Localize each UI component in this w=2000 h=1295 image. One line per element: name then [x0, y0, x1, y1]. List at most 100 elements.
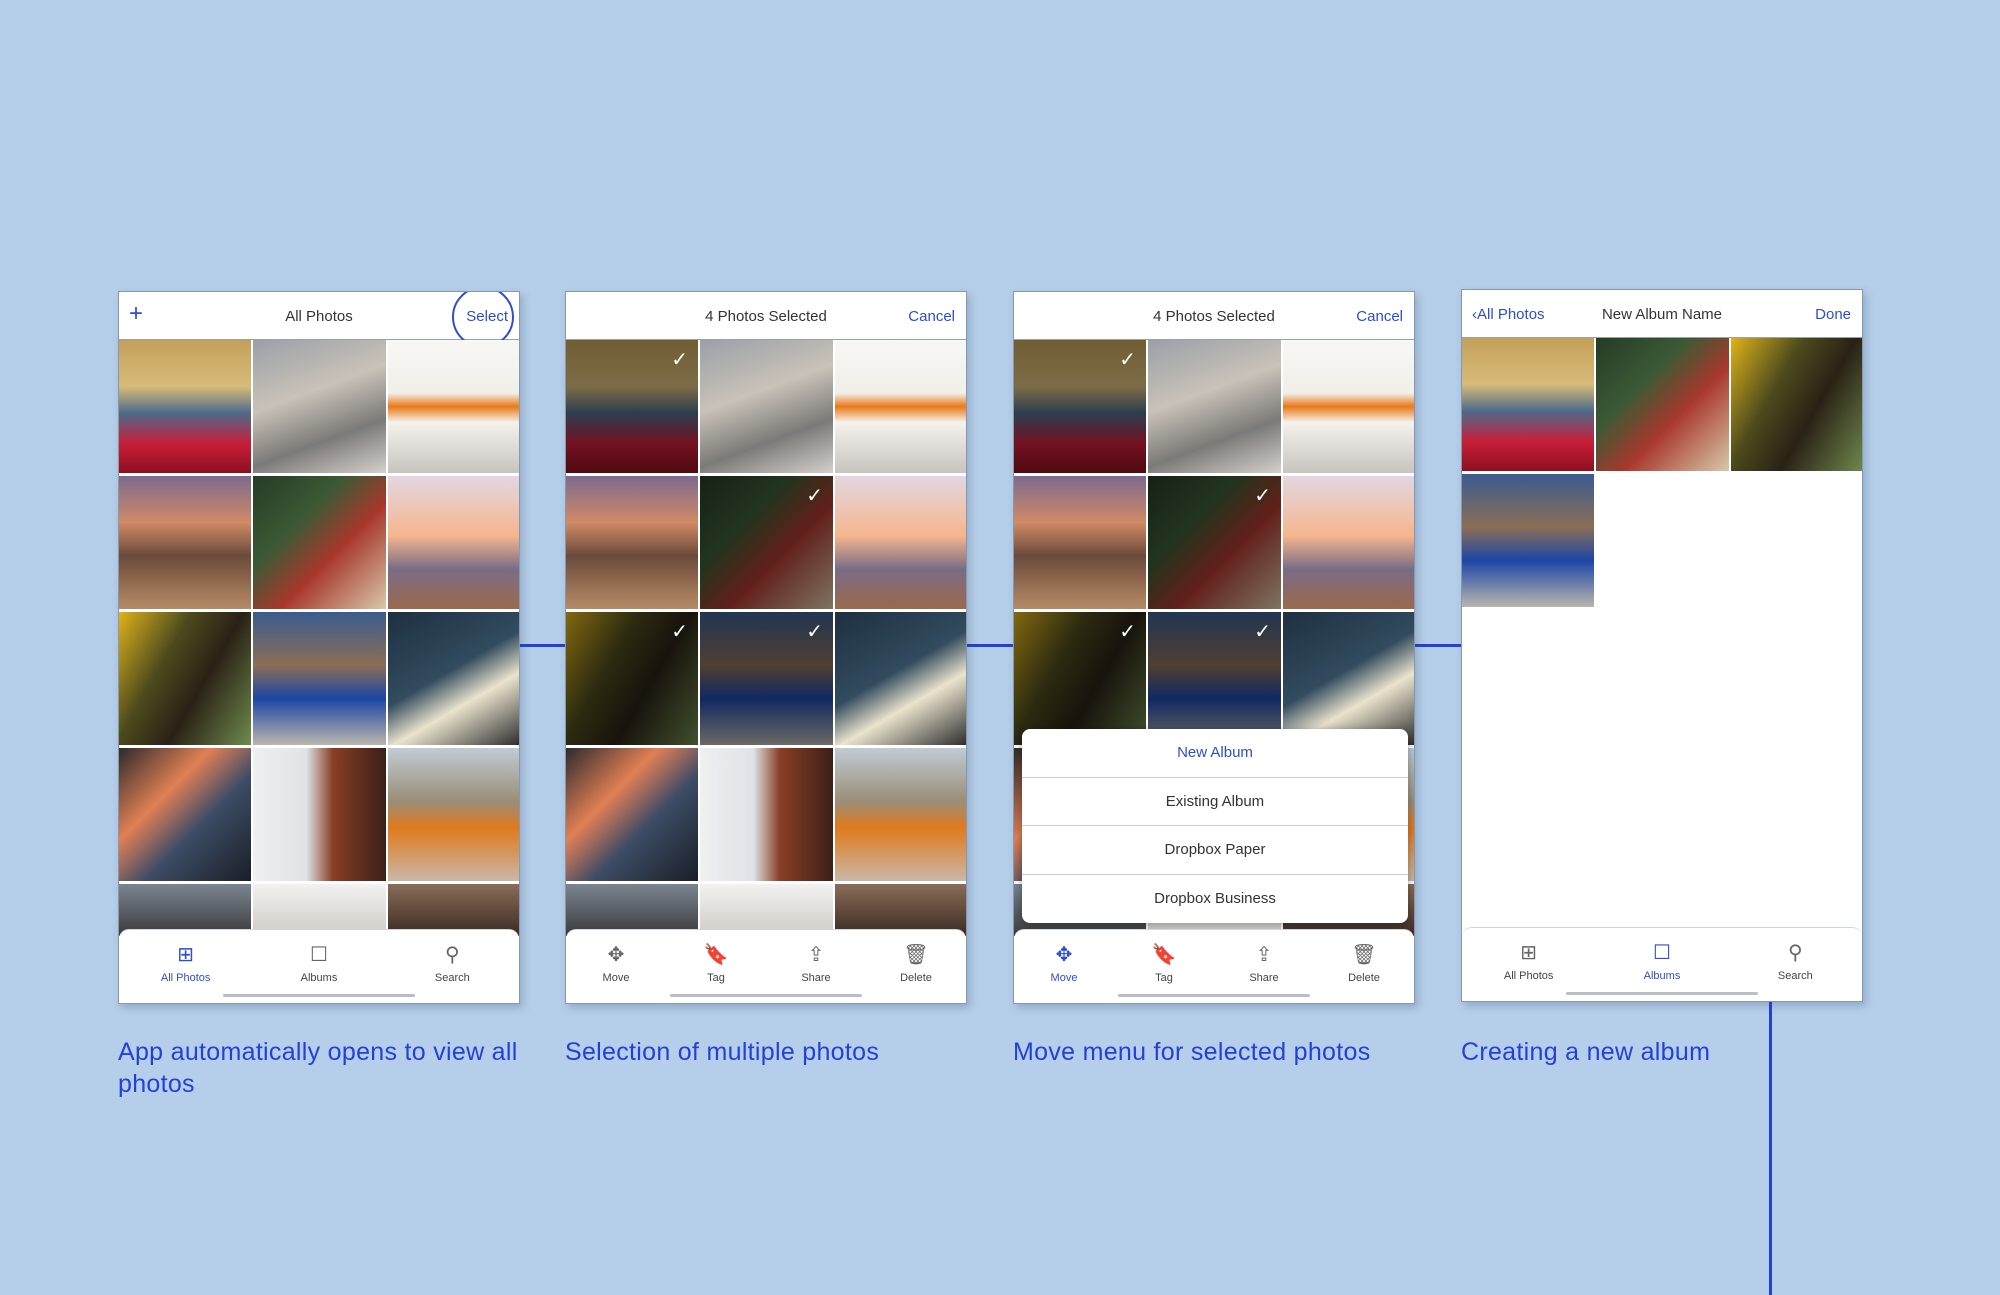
photo-thumbnail[interactable] [566, 748, 698, 881]
nav-header: + All Photos Select [119, 292, 519, 348]
photo-thumbnail[interactable] [119, 476, 251, 609]
photo-thumbnail[interactable] [253, 748, 386, 881]
photo-thumbnail-selected[interactable]: ✓ [566, 612, 698, 745]
tab-label: Move [602, 972, 630, 984]
tag-button[interactable]: 🔖 Tag [1119, 944, 1209, 984]
photo-thumbnail-selected[interactable]: ✓ [1014, 340, 1146, 473]
tab-label: Share [801, 972, 831, 984]
photo-thumbnail-selected[interactable]: ✓ [1014, 612, 1146, 745]
tab-search[interactable]: ⚲ Search [407, 944, 497, 984]
photo-thumbnail[interactable] [253, 476, 386, 609]
photo-thumbnail[interactable] [835, 748, 966, 881]
tab-bar: ⊞ All Photos ☐ Albums ⚲ Search [119, 929, 519, 1003]
photo-thumbnail[interactable] [388, 340, 519, 473]
album-name-field[interactable]: New Album Name [1462, 306, 1862, 323]
home-indicator [670, 994, 862, 997]
delete-button[interactable]: 🗑 Delete [871, 944, 961, 984]
photo-thumbnail[interactable] [835, 340, 966, 473]
move-button[interactable]: ✥ Move [1019, 944, 1109, 984]
photo-thumbnail[interactable] [1462, 338, 1594, 471]
checkmark-icon: ✓ [806, 485, 823, 507]
done-button[interactable]: Done [1815, 306, 1851, 323]
tab-label: Share [1249, 972, 1279, 984]
photo-thumbnail[interactable] [253, 612, 386, 745]
photo-thumbnail[interactable] [119, 748, 251, 881]
album-icon: ☐ [1653, 942, 1671, 964]
move-icon: ✥ [1055, 944, 1073, 966]
page-title: 4 Photos Selected [705, 308, 827, 325]
tab-label: Tag [1155, 972, 1173, 984]
flow-connector [520, 644, 565, 647]
cancel-button[interactable]: Cancel [908, 308, 955, 325]
photo-thumbnail[interactable] [388, 612, 519, 745]
photo-thumbnail-selected[interactable]: ✓ [700, 612, 833, 745]
photo-thumbnail-selected[interactable]: ✓ [1148, 612, 1281, 745]
tab-all-photos[interactable]: ⊞ All Photos [141, 944, 231, 984]
photo-thumbnail-selected[interactable]: ✓ [566, 340, 698, 473]
photo-thumbnail[interactable] [388, 748, 519, 881]
flow-connector [967, 644, 1013, 647]
caption-screen-4: Creating a new album [1461, 1038, 1711, 1066]
photo-thumbnail[interactable] [700, 340, 833, 473]
photo-thumbnail[interactable] [253, 340, 386, 473]
trash-icon: 🗑 [903, 944, 929, 966]
move-button[interactable]: ✥ Move [571, 944, 661, 984]
photo-grid [119, 340, 519, 936]
action-bar: ✥ Move 🔖 Tag ⇪ Share 🗑 Delete [566, 929, 966, 1003]
tab-search[interactable]: ⚲ Search [1750, 942, 1840, 982]
menu-item-dropbox-business[interactable]: Dropbox Business [1022, 875, 1408, 924]
search-icon: ⚲ [444, 944, 460, 966]
delete-button[interactable]: 🗑 Delete [1319, 944, 1409, 984]
photo-thumbnail[interactable] [388, 476, 519, 609]
photo-thumbnail[interactable] [835, 476, 966, 609]
bookmark-icon: 🔖 [1151, 944, 1177, 966]
screen-new-album: ‹All Photos New Album Name Done ⊞ All Ph… [1461, 289, 1863, 1002]
tab-label: Move [1050, 972, 1078, 984]
tag-button[interactable]: 🔖 Tag [671, 944, 761, 984]
photo-thumbnail[interactable] [1462, 474, 1594, 607]
share-button[interactable]: ⇪ Share [771, 944, 861, 984]
checkmark-icon: ✓ [1119, 349, 1136, 371]
photo-thumbnail[interactable] [835, 612, 966, 745]
photo-thumbnail[interactable] [1596, 338, 1729, 471]
tab-bar: ⊞ All Photos ☐ Albums ⚲ Search [1462, 927, 1862, 1001]
screen-selection: 4 Photos Selected Cancel ✓ ✓ ✓ ✓ ✥ Move … [565, 291, 967, 1004]
bookmark-icon: 🔖 [703, 944, 729, 966]
menu-item-new-album[interactable]: New Album [1022, 729, 1408, 778]
checkmark-icon: ✓ [1254, 485, 1271, 507]
page-title: 4 Photos Selected [1153, 308, 1275, 325]
move-menu: New Album Existing Album Dropbox Paper D… [1022, 729, 1408, 923]
menu-item-dropbox-paper[interactable]: Dropbox Paper [1022, 826, 1408, 875]
photo-thumbnail[interactable] [1731, 338, 1862, 471]
photo-thumbnail[interactable] [1014, 476, 1146, 609]
share-button[interactable]: ⇪ Share [1219, 944, 1309, 984]
caption-screen-3: Move menu for selected photos [1013, 1038, 1371, 1066]
photo-thumbnail[interactable] [1148, 340, 1281, 473]
checkmark-icon: ✓ [671, 349, 688, 371]
album-photo-grid [1462, 338, 1862, 607]
tab-albums[interactable]: ☐ Albums [274, 944, 364, 984]
tab-label: Search [434, 972, 470, 984]
photo-thumbnail[interactable] [1283, 612, 1414, 745]
tab-all-photos[interactable]: ⊞ All Photos [1484, 942, 1574, 982]
select-button[interactable]: Select [466, 308, 508, 325]
photo-thumbnail[interactable] [566, 476, 698, 609]
menu-item-existing-album[interactable]: Existing Album [1022, 778, 1408, 826]
screen-all-photos: + All Photos Select ⊞ All Photos ☐ Album… [118, 291, 520, 1004]
screen-move-menu: 4 Photos Selected Cancel ✓ ✓ ✓ ✓ New Alb… [1013, 291, 1415, 1004]
photo-thumbnail[interactable] [700, 748, 833, 881]
photo-thumbnail-selected[interactable]: ✓ [700, 476, 833, 609]
tab-label: Albums [1643, 970, 1681, 982]
tab-albums[interactable]: ☐ Albums [1617, 942, 1707, 982]
photo-thumbnail[interactable] [119, 612, 251, 745]
photo-thumbnail-selected[interactable]: ✓ [1148, 476, 1281, 609]
caption-screen-2: Selection of multiple photos [565, 1038, 880, 1066]
photo-thumbnail[interactable] [1283, 340, 1414, 473]
checkmark-icon: ✓ [1254, 621, 1271, 643]
home-indicator [1118, 994, 1310, 997]
photo-thumbnail[interactable] [1283, 476, 1414, 609]
tab-label: Tag [707, 972, 725, 984]
cancel-button[interactable]: Cancel [1356, 308, 1403, 325]
photo-thumbnail[interactable] [119, 340, 251, 473]
flow-connector [1415, 644, 1461, 647]
